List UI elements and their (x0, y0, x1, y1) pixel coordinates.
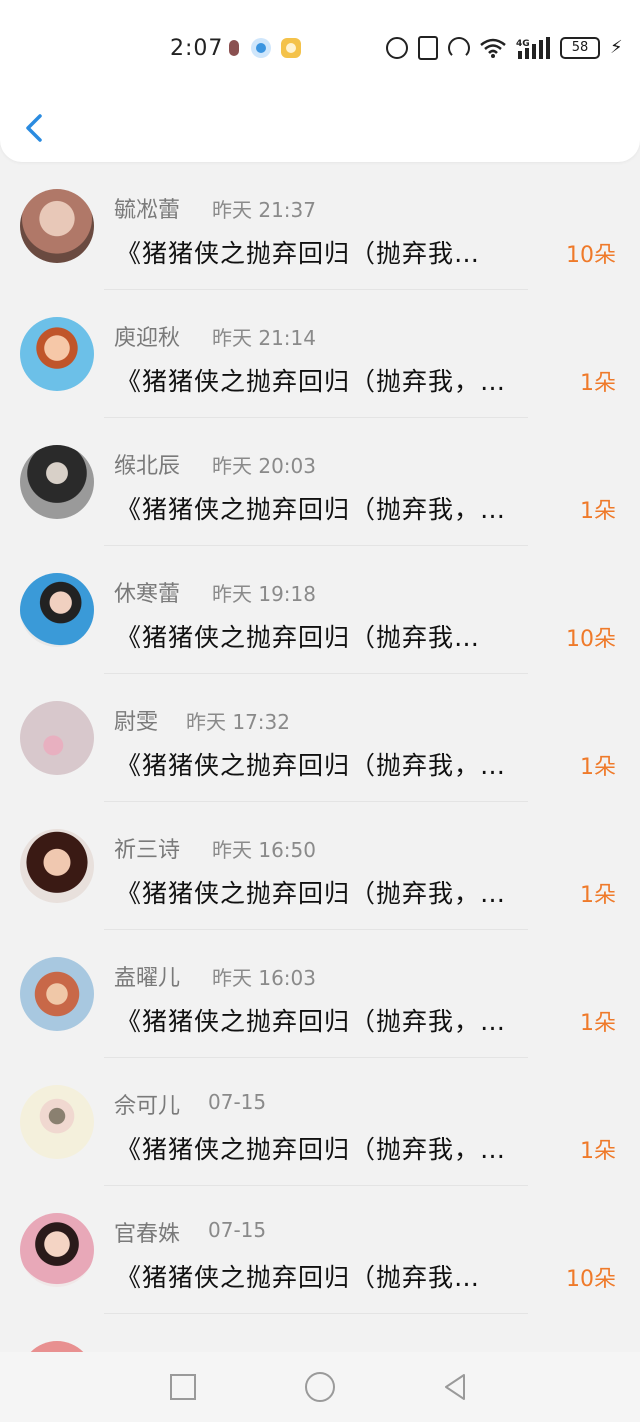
user-name[interactable]: 尉雯 (114, 704, 158, 736)
avatar[interactable] (20, 445, 94, 519)
timestamp: 昨天 19:18 (212, 582, 316, 606)
user-name[interactable]: 休寒蕾 (114, 576, 180, 608)
list-item[interactable]: 官春姝 07-15 《猪猪侠之抛弃回归（抛弃我… 10朵 (0, 1186, 640, 1314)
vibrate-icon (418, 36, 438, 60)
user-name[interactable]: 庾迎秋 (114, 320, 180, 352)
app-header: 2:07 4G 58 ⚡ (0, 0, 640, 162)
message-preview: 《猪猪侠之抛弃回归（抛弃我，… (116, 879, 507, 908)
recent-apps-button[interactable] (170, 1374, 196, 1400)
wifi-icon (480, 38, 506, 58)
list-item[interactable]: 缑北辰 昨天 20:03 《猪猪侠之抛弃回归（抛弃我，… 1朵 (0, 418, 640, 546)
timestamp: 昨天 16:50 (212, 838, 316, 862)
hd-call-icon (386, 37, 408, 59)
hotspot-icon (448, 37, 470, 59)
list-item[interactable]: 祈三诗 昨天 16:50 《猪猪侠之抛弃回归（抛弃我，… 1朵 (0, 802, 640, 930)
system-back-button[interactable] (440, 1372, 470, 1402)
system-navigation-bar (0, 1352, 640, 1422)
flower-count: 10朵 (566, 627, 616, 652)
list-item-partial[interactable] (0, 1314, 640, 1352)
triangle-back-icon (445, 1374, 465, 1400)
timestamp: 昨天 21:14 (212, 326, 316, 350)
list-item[interactable]: 佘可儿 07-15 《猪猪侠之抛弃回归（抛弃我，… 1朵 (0, 1058, 640, 1186)
timestamp: 昨天 20:03 (212, 454, 316, 478)
timestamp: 昨天 17:32 (186, 710, 290, 734)
avatar[interactable] (20, 829, 94, 903)
flower-count: 1朵 (580, 371, 616, 396)
message-preview: 《猪猪侠之抛弃回归（抛弃我… (116, 239, 481, 268)
list-item[interactable]: 盍曜儿 昨天 16:03 《猪猪侠之抛弃回归（抛弃我，… 1朵 (0, 930, 640, 1058)
message-preview: 《猪猪侠之抛弃回归（抛弃我，… (116, 495, 507, 524)
flower-count: 10朵 (566, 243, 616, 268)
status-bar: 2:07 4G 58 ⚡ (0, 0, 640, 96)
status-icons: 4G 58 ⚡ (386, 33, 623, 63)
recorder-notification-icon (224, 38, 244, 58)
timestamp: 07-15 (208, 1090, 267, 1114)
flower-count: 1朵 (580, 883, 616, 908)
flower-count: 1朵 (580, 499, 616, 524)
app-notification-icon-2 (281, 38, 301, 58)
home-button[interactable] (305, 1372, 335, 1402)
user-name[interactable]: 缑北辰 (114, 448, 180, 480)
charging-bolt-icon: ⚡ (610, 37, 623, 58)
avatar[interactable] (20, 573, 94, 647)
message-preview: 《猪猪侠之抛弃回归（抛弃我，… (116, 1007, 507, 1036)
timestamp: 07-15 (208, 1218, 267, 1242)
avatar[interactable] (20, 1085, 94, 1159)
list-item[interactable]: 庾迎秋 昨天 21:14 《猪猪侠之抛弃回归（抛弃我，… 1朵 (0, 290, 640, 418)
timestamp: 昨天 21:37 (212, 198, 316, 222)
user-name[interactable]: 祈三诗 (114, 832, 180, 864)
message-preview: 《猪猪侠之抛弃回归（抛弃我… (116, 623, 481, 652)
avatar[interactable] (20, 701, 94, 775)
flower-count: 1朵 (580, 755, 616, 780)
network-type-label: 4G (516, 39, 530, 49)
message-preview: 《猪猪侠之抛弃回归（抛弃我，… (116, 367, 507, 396)
message-preview: 《猪猪侠之抛弃回归（抛弃我，… (116, 1135, 507, 1164)
list-item[interactable]: 休寒蕾 昨天 19:18 《猪猪侠之抛弃回归（抛弃我… 10朵 (0, 546, 640, 674)
user-name[interactable]: 官春姝 (114, 1216, 180, 1248)
battery-icon: 58 (560, 37, 600, 59)
avatar[interactable] (20, 189, 94, 263)
status-time: 2:07 (170, 36, 224, 61)
message-preview: 《猪猪侠之抛弃回归（抛弃我，… (116, 751, 507, 780)
user-name[interactable]: 盍曜儿 (114, 960, 180, 992)
avatar[interactable] (20, 1341, 94, 1352)
cell-signal-icon: 4G (516, 37, 550, 59)
avatar[interactable] (20, 957, 94, 1031)
gift-record-list[interactable]: 毓凇蕾 昨天 21:37 《猪猪侠之抛弃回归（抛弃我… 10朵 庾迎秋 昨天 2… (0, 162, 640, 1352)
flower-count: 1朵 (580, 1011, 616, 1036)
chevron-left-icon (26, 114, 42, 142)
timestamp: 昨天 16:03 (212, 966, 316, 990)
flower-count: 10朵 (566, 1267, 616, 1292)
user-name[interactable]: 佘可儿 (114, 1088, 180, 1120)
message-preview: 《猪猪侠之抛弃回归（抛弃我… (116, 1263, 481, 1292)
list-item[interactable]: 尉雯 昨天 17:32 《猪猪侠之抛弃回归（抛弃我，… 1朵 (0, 674, 640, 802)
back-button[interactable] (18, 108, 54, 148)
app-notification-icon (251, 38, 271, 58)
list-item[interactable]: 毓凇蕾 昨天 21:37 《猪猪侠之抛弃回归（抛弃我… 10朵 (0, 162, 640, 290)
user-name[interactable]: 毓凇蕾 (114, 192, 180, 224)
avatar[interactable] (20, 1213, 94, 1287)
flower-count: 1朵 (580, 1139, 616, 1164)
avatar[interactable] (20, 317, 94, 391)
